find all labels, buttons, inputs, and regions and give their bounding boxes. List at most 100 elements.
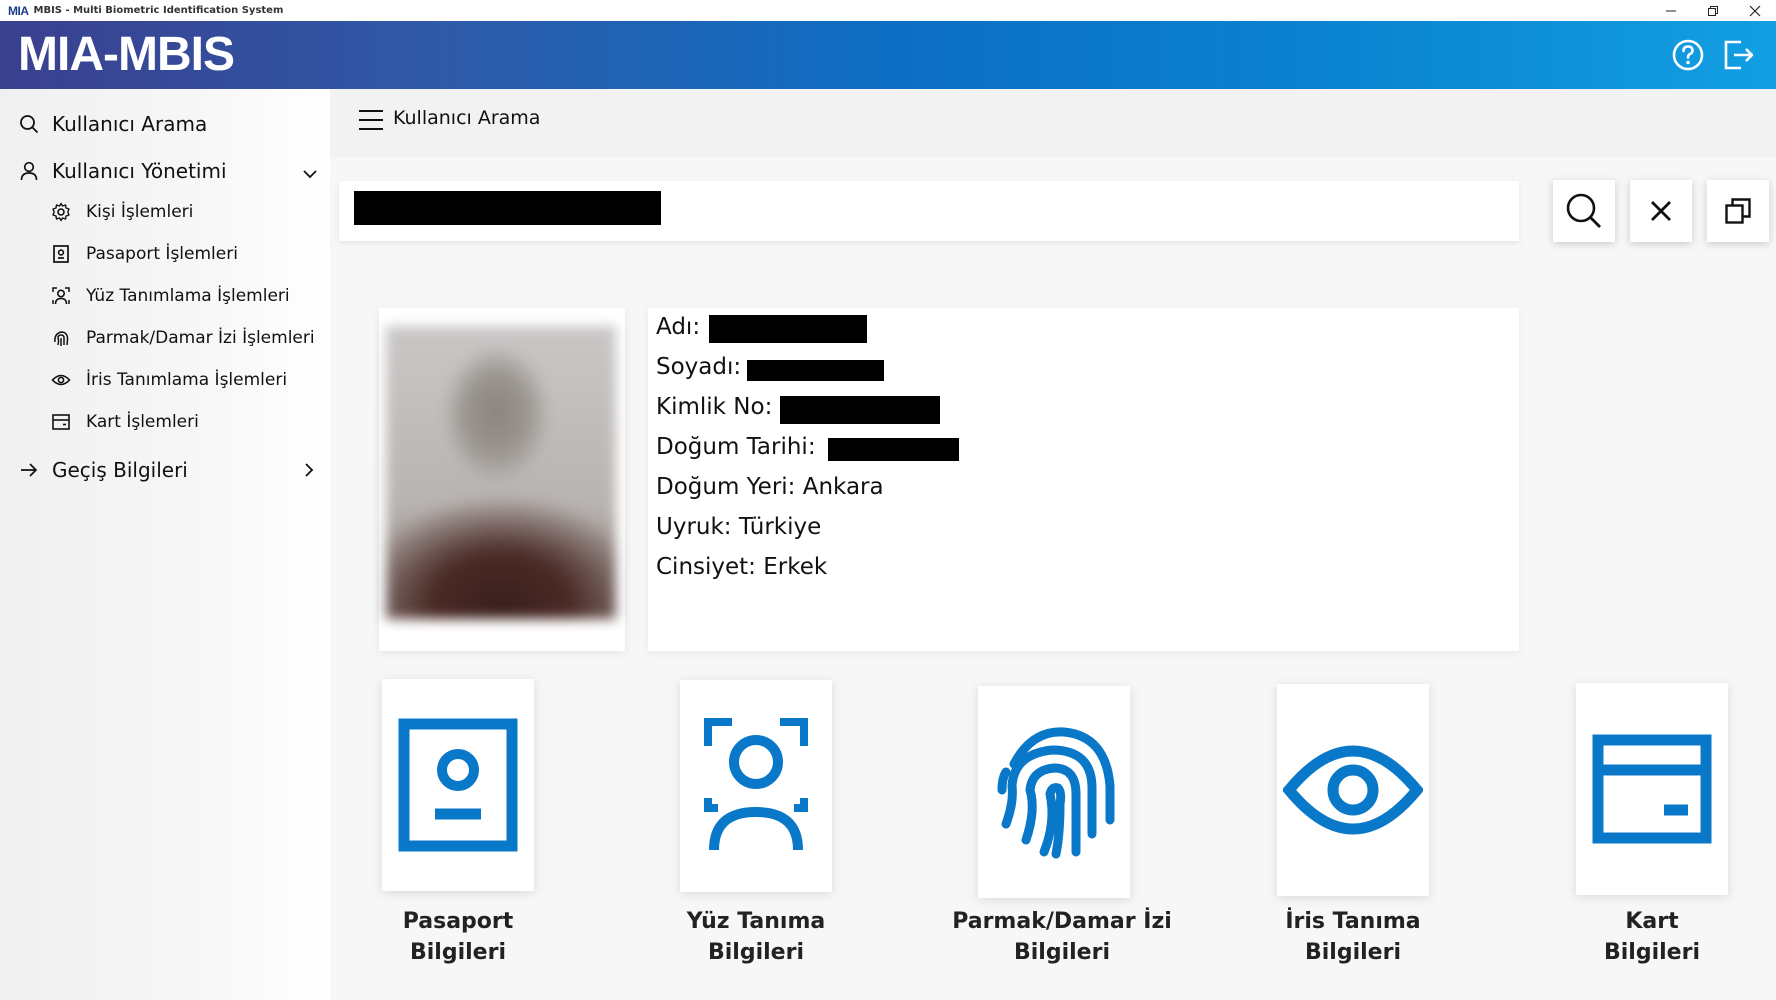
id-row: Kimlik No: xyxy=(656,394,772,420)
passport-icon xyxy=(398,718,518,852)
sidebar-item-label: Pasaport İşlemleri xyxy=(86,244,238,264)
passport-icon xyxy=(50,243,72,265)
app-logo-small: MIA xyxy=(8,4,29,18)
birthdate-row: Doğum Tarihi: xyxy=(656,434,816,460)
sidebar-item-card[interactable]: Kart İşlemleri xyxy=(50,409,199,435)
nav-user-management[interactable]: Kullanıcı Yönetimi xyxy=(18,156,227,186)
sidebar-item-label: Kart İşlemleri xyxy=(86,412,199,432)
minimize-button[interactable] xyxy=(1650,0,1692,21)
birthplace-label: Doğum Yeri: xyxy=(656,474,796,500)
brand-logo: MIA-MBIS xyxy=(18,28,235,81)
close-icon xyxy=(1749,5,1761,16)
sidebar-item-person[interactable]: Kişi İşlemleri xyxy=(50,199,193,225)
help-button[interactable] xyxy=(1670,37,1706,73)
arrow-right-icon xyxy=(18,459,40,481)
face-info-card[interactable] xyxy=(680,680,832,892)
restore-icon xyxy=(1708,5,1718,16)
card-label-line1: Kart xyxy=(1625,909,1679,934)
eye-icon xyxy=(1283,745,1423,835)
restore-button[interactable] xyxy=(1692,0,1734,21)
passport-info-label: Pasaport Bilgileri xyxy=(328,906,588,968)
card-label-line2: Bilgileri xyxy=(1014,940,1110,965)
surname-row: Soyadı: xyxy=(656,354,741,380)
copy-icon xyxy=(1725,198,1751,224)
logo-text: MIA xyxy=(8,3,29,18)
card-label-line2: Bilgileri xyxy=(1305,940,1401,965)
name-row: Adı: xyxy=(656,314,700,340)
person-photo xyxy=(386,326,616,619)
nav-user-search-label: Kullanıcı Arama xyxy=(52,112,208,136)
card-label-line2: Bilgileri xyxy=(410,940,506,965)
page-header: Kullanıcı Arama xyxy=(330,89,1776,157)
card-info-label: Kart Bilgileri xyxy=(1522,906,1776,968)
id-label: Kimlik No: xyxy=(656,394,773,420)
iris-info-card[interactable] xyxy=(1277,684,1429,896)
surname-label: Soyadı: xyxy=(656,354,742,380)
sidebar-item-iris[interactable]: İris Tanımlama İşlemleri xyxy=(50,367,287,393)
app-header: MIA-MBIS xyxy=(0,21,1776,89)
menu-toggle-button[interactable] xyxy=(358,109,384,135)
name-label: Adı: xyxy=(656,314,701,340)
user-icon xyxy=(18,160,40,182)
redacted-id xyxy=(780,396,940,424)
gender-row: Cinsiyet: Erkek xyxy=(656,554,827,580)
nav-user-search[interactable]: Kullanıcı Arama xyxy=(18,109,207,139)
clear-button[interactable] xyxy=(1630,180,1692,242)
card-label-line1: Yüz Tanıma xyxy=(686,909,826,934)
eye-icon xyxy=(50,369,72,391)
person-photo-card xyxy=(379,308,625,651)
hamburger-icon xyxy=(359,110,383,130)
logout-button[interactable] xyxy=(1720,37,1756,73)
card-info-card[interactable] xyxy=(1576,683,1728,895)
chevron-down-icon[interactable] xyxy=(302,165,318,184)
passport-info-card[interactable] xyxy=(382,679,534,891)
search-icon xyxy=(1566,193,1601,228)
nav-user-management-label: Kullanıcı Yönetimi xyxy=(52,159,227,183)
nav-transit-info-label: Geçiş Bilgileri xyxy=(52,458,188,482)
sidebar-item-label: İris Tanımlama İşlemleri xyxy=(86,370,288,390)
sidebar-item-passport[interactable]: Pasaport İşlemleri xyxy=(50,241,238,267)
iris-info-label: İris Tanıma Bilgileri xyxy=(1223,906,1483,968)
sidebar: Kullanıcı Arama Kullanıcı Yönetimi Kişi … xyxy=(0,89,330,1000)
sidebar-item-face[interactable]: Yüz Tanımlama İşlemleri xyxy=(50,283,290,309)
card-icon xyxy=(1592,734,1712,844)
gender-value: Erkek xyxy=(763,554,828,580)
nav-transit-info[interactable]: Geçiş Bilgileri xyxy=(18,455,188,485)
search-input[interactable] xyxy=(339,181,1519,241)
face-info-label: Yüz Tanıma Bilgileri xyxy=(626,906,886,968)
nationality-label: Uyruk: xyxy=(656,514,732,540)
sidebar-item-label: Yüz Tanımlama İşlemleri xyxy=(86,286,290,306)
fingerprint-info-card[interactable] xyxy=(978,686,1130,898)
window-titlebar: MIA MBIS - Multi Biometric Identificatio… xyxy=(0,0,1776,21)
card-label-line1: Pasaport xyxy=(402,909,514,934)
search-button[interactable] xyxy=(1553,180,1615,242)
close-window-button[interactable] xyxy=(1734,0,1776,21)
help-circle-icon xyxy=(1672,39,1704,71)
card-label-line2: Bilgileri xyxy=(1604,940,1700,965)
copy-button[interactable] xyxy=(1707,180,1769,242)
redacted-surname xyxy=(747,360,884,381)
search-icon xyxy=(18,113,40,135)
birthplace-row: Doğum Yeri: Ankara xyxy=(656,474,884,500)
person-info-card: Adı: Soyadı: Kimlik No: Doğum Tarihi: Do… xyxy=(648,308,1519,651)
birthplace-value: Ankara xyxy=(802,474,884,500)
card-label-line1: İris Tanıma xyxy=(1285,909,1421,934)
birthdate-label: Doğum Tarihi: xyxy=(656,434,816,460)
card-label-line2: Bilgileri xyxy=(708,940,804,965)
card-icon xyxy=(50,411,72,433)
logout-icon xyxy=(1724,40,1754,70)
close-icon xyxy=(1651,201,1671,221)
face-icon xyxy=(50,285,72,307)
sidebar-item-fingerprint[interactable]: Parmak/Damar İzi İşlemleri xyxy=(50,325,315,351)
chevron-right-icon[interactable] xyxy=(302,462,316,482)
fingerprint-icon xyxy=(997,727,1115,859)
redacted-value xyxy=(354,191,661,225)
sidebar-item-label: Parmak/Damar İzi İşlemleri xyxy=(86,328,315,348)
sidebar-item-label: Kişi İşlemleri xyxy=(86,202,194,222)
card-label-line1: Parmak/Damar İzi xyxy=(952,909,1172,934)
window-title: MBIS - Multi Biometric Identification Sy… xyxy=(33,5,284,16)
page-title: Kullanıcı Arama xyxy=(393,107,541,129)
face-icon xyxy=(704,718,808,851)
fingerprint-icon xyxy=(50,327,72,349)
fingerprint-info-label: Parmak/Damar İzi Bilgileri xyxy=(932,906,1192,968)
